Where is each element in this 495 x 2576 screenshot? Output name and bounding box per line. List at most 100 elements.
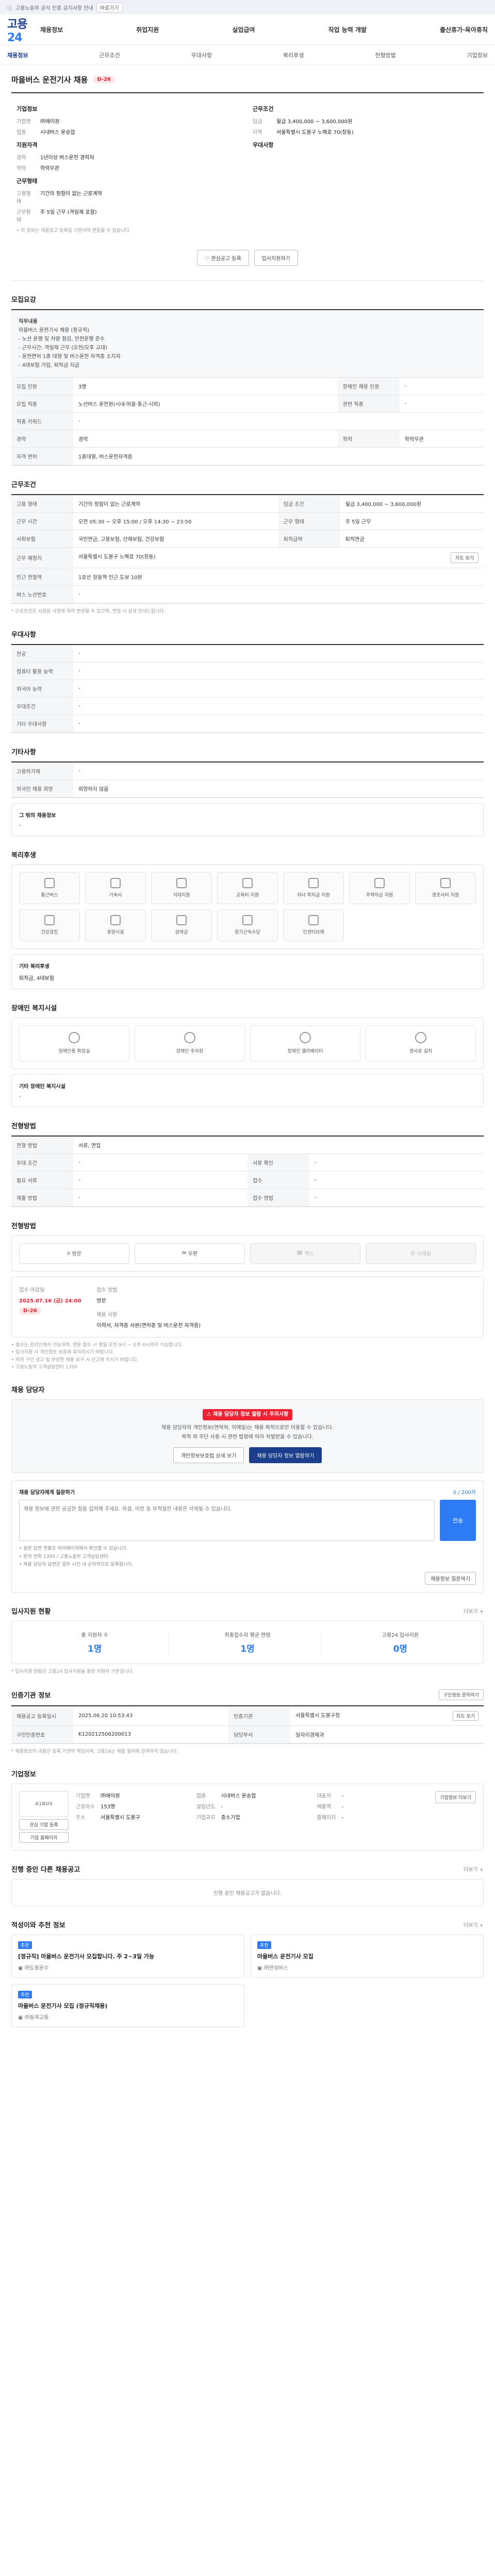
welfare-item: 상여금 <box>151 909 212 941</box>
meal-icon <box>176 878 187 889</box>
job-title: 마을버스 운전기사 채용 <box>11 75 88 84</box>
kv-value: 시내버스 운송업 <box>40 130 75 135</box>
nav-item[interactable]: 직업 능력 개발 <box>328 25 367 34</box>
period-col: 접수 마감일 2025.07.16 (금) 24:00 D-26 <box>19 1285 81 1329</box>
welfare-extra: 기타 복리후생 퇴직금, 4대보험 <box>11 954 484 989</box>
section-title: 우대사항 <box>11 631 36 639</box>
row-key: 필요 서류 <box>11 1171 73 1189</box>
row-key: 모집 직종 <box>11 395 73 413</box>
register-inquiry-button[interactable]: 구인정보 문의하기 <box>438 1689 484 1700</box>
register-table: 채용공고 등록일시 2025.06.20 10:53:43 인증기관 서울특별시 도봉… <box>11 1706 484 1743</box>
subnav-item[interactable]: 전형방법 <box>375 51 395 59</box>
send-button[interactable]: 전송 <box>440 1500 476 1541</box>
ask-more-button[interactable]: 채용정보 질문하기 <box>425 1572 476 1585</box>
row-value: 월급 3,400,000 ~ 3,600,000원 <box>340 495 484 513</box>
welfare-label: 경조사비 지원 <box>432 893 459 899</box>
apply-button[interactable]: 입사지원하기 <box>254 250 298 266</box>
privacy-detail-button[interactable]: 개인정보보호법 상세 보기 <box>173 1447 244 1464</box>
company-kv: 주소 서울특별시 도봉구 <box>76 1813 187 1821</box>
table-row: 근무 예정지 서울특별시 도봉구 노해로 70(창동) 지도 보기 <box>11 547 484 569</box>
welfare-label: 인센티브제 <box>303 930 324 936</box>
stats-more-link[interactable]: 더보기 + <box>464 1607 484 1615</box>
site-logo[interactable]: 고용24 <box>7 15 40 44</box>
subnav-item[interactable]: 기업정보 <box>467 51 487 59</box>
kv-key: 지역 <box>253 130 262 135</box>
rec-title: 마을버스 운전기사 모집 (정규직채용) <box>18 2003 108 2010</box>
subnav-item[interactable]: 복리후생 <box>283 51 304 59</box>
question-input[interactable] <box>19 1500 435 1541</box>
recs-section: 적성이와 추천 정보 더보기 + 추천 [정규직] 마을버스 운전기사 모집합니다.… <box>11 1920 484 2028</box>
nav-item[interactable]: 채용정보 <box>40 25 63 34</box>
follow-company-button[interactable]: 관심 기업 등록 <box>19 1819 69 1831</box>
row-key: 구인인증번호 <box>11 1725 73 1743</box>
nav-item[interactable]: 실업급여 <box>232 25 255 34</box>
row-key: 제출 방법 <box>11 1189 73 1207</box>
subnav-item[interactable]: 우대사항 <box>191 51 212 59</box>
row-key: 임금 조건 <box>278 495 340 513</box>
map-button[interactable]: 지도 보기 <box>451 552 478 564</box>
kv-value: 1년이상 버스운전 경력자 <box>40 155 94 161</box>
rec-card[interactable]: 추천 [정규직] 마을버스 운전기사 모집합니다. 주 2~3일 가능 ▣ ㈜도봉운… <box>11 1935 244 1978</box>
table-row: 고용허가제 - <box>11 762 484 780</box>
rec-company: ㈜동북교통 <box>24 2015 49 2021</box>
logo-text-a: 고용 <box>7 18 27 31</box>
company-section: 기업정보 A1BUS 관심 기업 등록 기업 홈페이지 기업명 ㈜에이원 업종 시내… <box>11 1769 484 1851</box>
qa-form-title: 채용 담당자에게 질문하기 <box>19 1490 75 1496</box>
nav-item[interactable]: 취업지원 <box>136 25 159 34</box>
company-more-button[interactable]: 기업정보 더보기 <box>435 1791 476 1804</box>
subnav-home[interactable]: 채용정보 <box>7 51 28 59</box>
desc-line: 직무내용 <box>19 319 38 325</box>
rec-card[interactable]: 추천 마을버스 운전기사 모집 ▣ ㈜한성버스 <box>251 1935 484 1978</box>
qa-section: 채용 담당자 ⚠ 채용 담당자 정보 열람 시 주의사항 채용 담당자의 개인정… <box>11 1384 484 1593</box>
scrap-button[interactable]: ♡ 관심공고 등록 <box>197 250 249 266</box>
subnav-item[interactable]: 근무조건 <box>99 51 120 59</box>
page-bottom-spacer <box>11 2027 484 2048</box>
row-value: 1호선 창동역 인근 도보 10분 <box>73 568 484 586</box>
rec-company: ㈜도봉운수 <box>24 1965 49 1972</box>
kv-value: - <box>341 1815 344 1821</box>
process-box: 전형 방법 서류, 면접 우대 조건 - 서류 확인 - 필요 서류 - 접수 - 제출 방법… <box>11 1135 484 1207</box>
view-contact-button[interactable]: 채용 담당자 정보 열람하기 <box>249 1447 322 1464</box>
recs-more-link[interactable]: 더보기 + <box>464 1921 484 1928</box>
kv-key: 대표자 <box>317 1793 332 1800</box>
bus-icon <box>44 878 55 889</box>
rec-card[interactable]: 추천 마을버스 운전기사 모집 (정규직채용) ▣ ㈜동북교통 <box>11 1984 244 2028</box>
section-title-row: 진행 중인 다른 채용공고 더보기 + <box>11 1864 484 1874</box>
row-key: 기타 우대사항 <box>11 715 73 733</box>
row-value: 일자리경제과 <box>290 1725 484 1743</box>
nav-item[interactable]: 출산휴가·육아휴직 <box>440 25 488 34</box>
row-value: - <box>309 1171 484 1189</box>
table-row: 외국어 능력 - <box>11 680 484 698</box>
company-homepage-button[interactable]: 기업 홈페이지 <box>19 1832 69 1843</box>
table-row: 인근 전철역 1호선 창동역 인근 도보 10분 <box>11 568 484 586</box>
summary-kv: 경력 1년이상 버스운전 경력자 <box>16 153 242 161</box>
period-date: 2025.07.16 (금) 24:00 <box>19 1298 81 1304</box>
stat-label: 총 지원자 수 <box>81 1633 108 1639</box>
section-title: 전형방법 <box>11 1122 36 1130</box>
section-title: 기타사항 <box>11 748 36 756</box>
welfare-grid: 통근버스 기숙사 식대지원 교육비 지원 자녀 학자금 지원 주택자금 지원 경… <box>11 864 484 949</box>
row-key: 전공 <box>11 645 73 663</box>
register-section: 인증기관 정보 구인정보 문의하기 채용공고 등록일시 2025.06.20 10:… <box>11 1689 484 1755</box>
welfare-item: 주택자금 지원 <box>349 872 410 904</box>
qa-buttons: 개인정보보호법 상세 보기 채용 담당자 정보 열람하기 <box>21 1447 474 1464</box>
row-value: 주 5일 근무 <box>340 512 484 531</box>
section-title: 기업정보 <box>11 1771 36 1779</box>
note-line: • 접수는 온라인에서 가능하며, 방문 접수 시 평일 오전 9시 ~ 오후 … <box>11 1342 183 1348</box>
building-icon: ▣ <box>18 2015 25 2021</box>
row-value: - <box>73 762 484 780</box>
building-icon: ⌂ <box>67 1250 72 1257</box>
building-icon: ▣ <box>18 1965 25 1972</box>
top-notice-link[interactable]: 바로가기 <box>96 2 123 12</box>
agency-map-button[interactable]: 지도 보기 <box>453 1710 478 1721</box>
welfare-item: 교육비 지원 <box>217 872 278 904</box>
desc-line: - 운전면허 1종 대형 및 버스운전 자격증 소지자 <box>19 354 121 360</box>
etc-extra-text: - <box>19 822 21 828</box>
graduation-icon <box>308 878 319 889</box>
chart-icon <box>308 915 319 926</box>
row-key: 컴퓨터 활용 능력 <box>11 662 73 680</box>
row-key: 우대 조건 <box>11 1154 73 1172</box>
row-value: 국민연금, 고용보험, 산재보험, 건강보험 <box>73 530 278 548</box>
others-more-link[interactable]: 더보기 + <box>464 1865 484 1873</box>
method-label: 방문 <box>72 1251 81 1258</box>
